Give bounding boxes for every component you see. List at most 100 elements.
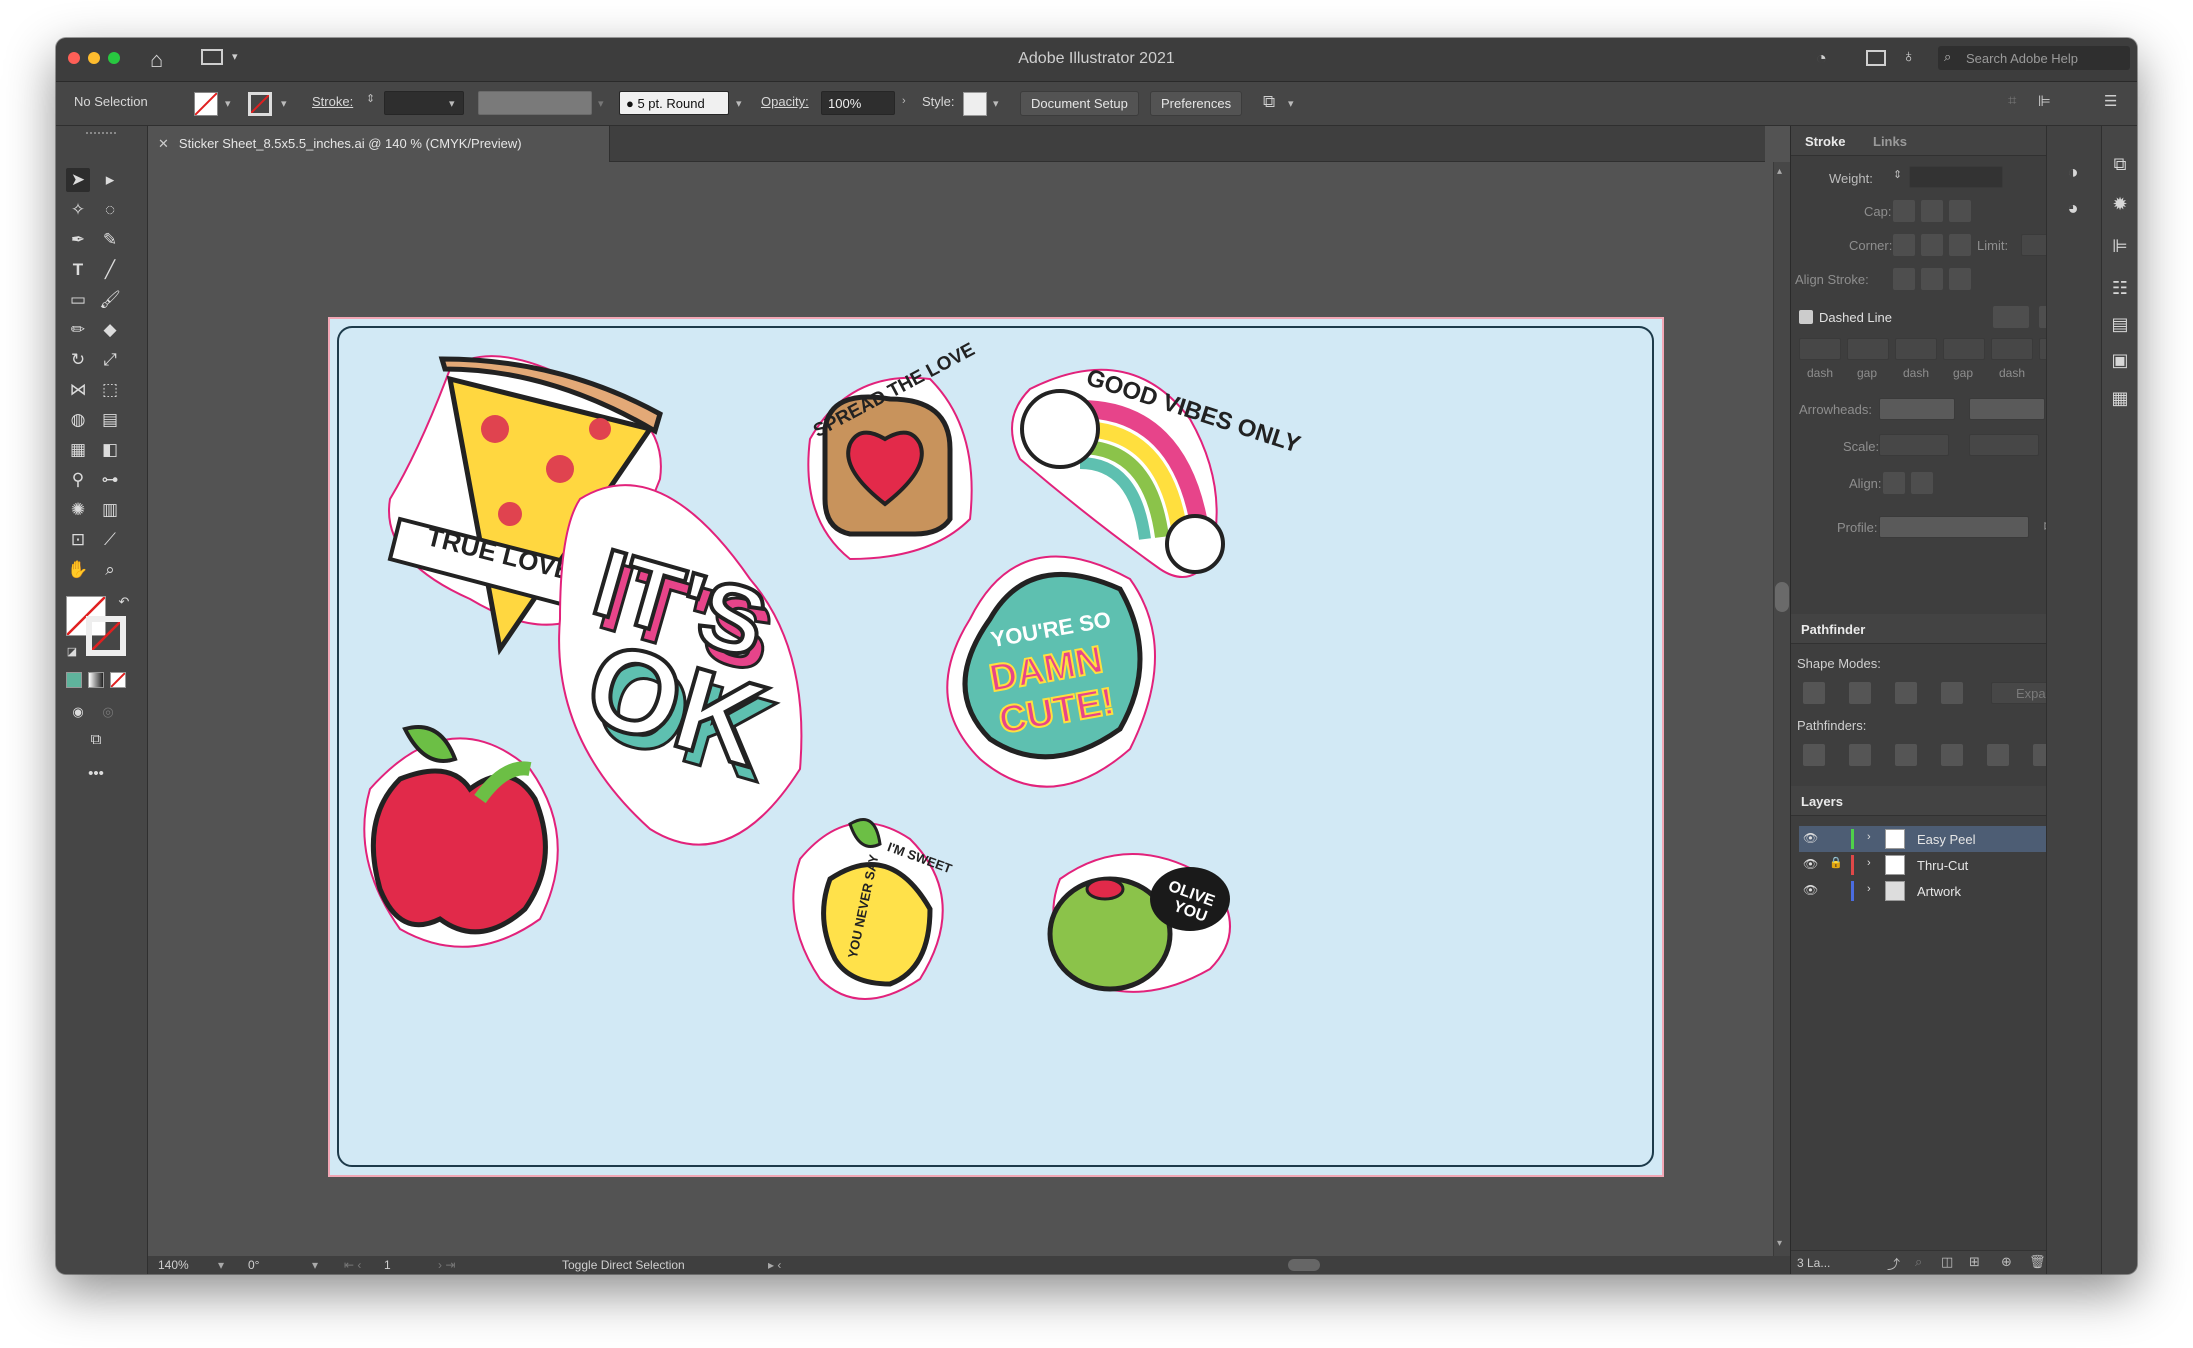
stepper-icon[interactable]: ⇕ [1893, 168, 1902, 181]
chevron-right-icon[interactable]: › [1867, 883, 1871, 895]
chevron-down-icon[interactable]: ▾ [225, 97, 231, 110]
chevron-down-icon[interactable]: ▾ [218, 1258, 224, 1272]
visibility-eye-icon[interactable]: 👁 [1803, 857, 1818, 871]
new-layer-icon[interactable]: ⊕ [2001, 1254, 2012, 1270]
draw-behind-icon[interactable]: ◎ [96, 700, 120, 724]
fill-swatch[interactable] [194, 92, 218, 116]
unite-icon[interactable] [1803, 682, 1825, 704]
scroll-down-icon[interactable]: ▾ [1777, 1238, 1782, 1249]
eyedropper-icon[interactable]: ⚲ [66, 468, 90, 492]
arrange-documents-icon[interactable] [1866, 50, 1886, 66]
outline-icon[interactable] [1987, 744, 2009, 766]
gradient-tool-icon[interactable]: ◧ [98, 438, 122, 462]
gradient-mode-icon[interactable] [88, 672, 104, 688]
rotation-value[interactable]: 0° [248, 1258, 259, 1272]
layer-row-artwork[interactable]: 👁 › Artwork ○ [1799, 878, 2087, 904]
canvas-area[interactable]: TRUE LOVE SPREAD THE LOVE GOOD VIBES ONL… [148, 162, 1773, 1256]
chevron-down-icon[interactable]: ▾ [736, 97, 742, 110]
document-tab[interactable]: ✕ Sticker Sheet_8.5x5.5_inches.ai @ 140 %… [148, 126, 610, 162]
color-guide-icon[interactable]: ◑ [2055, 162, 2091, 183]
graphic-style-swatch[interactable] [963, 92, 987, 116]
perspective-grid-icon[interactable]: ▤ [98, 408, 122, 432]
opacity-field[interactable]: 100% [821, 91, 895, 115]
color-mode-icon[interactable] [66, 672, 82, 688]
free-transform-icon[interactable]: ⬚ [98, 378, 122, 402]
paintbrush-icon[interactable]: 🖌 [98, 288, 122, 312]
shape-builder-icon[interactable]: ◍ [66, 408, 90, 432]
toolbar-grip[interactable] [86, 132, 116, 136]
scroll-up-icon[interactable]: ▴ [1777, 166, 1782, 177]
scroll-thumb[interactable] [1775, 582, 1789, 612]
vertical-scrollbar[interactable]: ▴ ▾ [1773, 162, 1790, 1256]
layer-name[interactable]: Artwork [1917, 884, 1961, 899]
chevron-right-icon[interactable]: › [902, 95, 906, 107]
swap-colors-icon[interactable]: ↶ [112, 590, 136, 614]
draw-normal-icon[interactable]: ◉ [66, 700, 90, 724]
artboard-tool-icon[interactable]: ⊡ [66, 528, 90, 552]
direct-selection-tool-icon[interactable]: ▸ [98, 168, 122, 192]
chevron-down-icon[interactable]: ▾ [1288, 97, 1294, 110]
layer-row-thru-cut[interactable]: 👁 🔒 › Thru-Cut ○ [1799, 852, 2087, 878]
type-tool-icon[interactable]: T [66, 258, 90, 282]
zoom-tool-icon[interactable]: ⌕ [98, 558, 122, 582]
swatches-icon[interactable]: ◕ [2055, 198, 2091, 219]
hand-tool-icon[interactable]: ✋ [66, 558, 90, 582]
lightbulb-icon[interactable]: ♁ [1902, 46, 1916, 67]
minus-front-icon[interactable] [1849, 682, 1871, 704]
layer-name[interactable]: Thru-Cut [1917, 858, 1968, 873]
appearance-icon[interactable]: ✹ [2102, 194, 2137, 215]
arrange-icon[interactable]: ⧉ [1263, 92, 1275, 112]
symbol-sprayer-icon[interactable]: ✺ [66, 498, 90, 522]
layer-row-easy-peel[interactable]: 👁 › Easy Peel ○ [1799, 826, 2087, 852]
visibility-eye-icon[interactable]: 👁 [1803, 831, 1818, 845]
next-artboard-icon[interactable]: › ⇥ [438, 1258, 455, 1272]
share-user-icon[interactable]: ◔ [1816, 48, 1827, 69]
lasso-icon[interactable]: ◌ [98, 198, 122, 222]
chevron-down-icon[interactable]: ▾ [312, 1258, 318, 1272]
horizontal-scroll-thumb[interactable] [1288, 1259, 1320, 1271]
stepper-icon[interactable]: ⇕ [366, 92, 375, 105]
tab-links[interactable]: Links [1873, 134, 1907, 149]
preferences-button[interactable]: Preferences [1150, 91, 1243, 116]
zoom-level[interactable]: 140% [158, 1258, 189, 1272]
mesh-tool-icon[interactable]: ▦ [66, 438, 90, 462]
curvature-tool-icon[interactable]: ✎ [98, 228, 122, 252]
chevron-down-icon[interactable]: ▾ [281, 97, 287, 110]
crop-icon[interactable] [1941, 744, 1963, 766]
slice-tool-icon[interactable]: ⟋ [98, 528, 122, 552]
properties-icon[interactable]: ☷ [2102, 278, 2137, 299]
panel-menu-icon[interactable]: ☰ [2104, 92, 2117, 110]
intersect-icon[interactable] [1895, 682, 1917, 704]
chevron-down-icon[interactable]: ▾ [993, 97, 999, 110]
variable-width-profile[interactable] [478, 91, 592, 115]
clipping-mask-icon[interactable]: ◫ [1941, 1254, 1953, 1270]
pencil-icon[interactable]: ✏ [66, 318, 90, 342]
layer-name[interactable]: Easy Peel [1917, 832, 1976, 847]
none-mode-icon[interactable] [110, 672, 126, 688]
document-setup-button[interactable]: Document Setup [1020, 91, 1139, 116]
visibility-eye-icon[interactable]: 👁 [1803, 883, 1818, 897]
export-icon[interactable]: ⤴ [1887, 1254, 1900, 1273]
scale-tool-icon[interactable]: ⤢ [98, 348, 122, 372]
default-colors-icon[interactable]: ◪ [60, 640, 84, 664]
chevron-right-icon[interactable]: › [1867, 831, 1871, 843]
weight-field[interactable] [1909, 166, 2003, 188]
align-icon[interactable]: ⊫ [2038, 92, 2051, 110]
trim-icon[interactable] [1849, 744, 1871, 766]
transform-icon[interactable]: ⧉ [2102, 154, 2137, 175]
more-tools-icon[interactable]: ••• [84, 762, 108, 786]
magic-wand-icon[interactable]: ✧ [66, 198, 90, 222]
stroke-label[interactable]: Stroke: [312, 94, 353, 109]
align-icon[interactable]: ⊫ [2102, 236, 2137, 257]
blend-tool-icon[interactable]: ⊶ [98, 468, 122, 492]
selection-tool-icon[interactable]: ➤ [66, 168, 90, 192]
screen-mode-icon[interactable]: ⧉ [84, 728, 108, 752]
graphic-styles-icon[interactable]: ▣ [2102, 350, 2137, 371]
gradient-icon[interactable]: ▤ [2102, 314, 2137, 335]
merge-icon[interactable] [1895, 744, 1917, 766]
line-tool-icon[interactable]: ╱ [98, 258, 122, 282]
close-tab-icon[interactable]: ✕ [158, 136, 169, 151]
column-graph-icon[interactable]: ▥ [98, 498, 122, 522]
opacity-label[interactable]: Opacity: [761, 94, 809, 109]
tab-stroke[interactable]: Stroke [1805, 134, 1845, 149]
